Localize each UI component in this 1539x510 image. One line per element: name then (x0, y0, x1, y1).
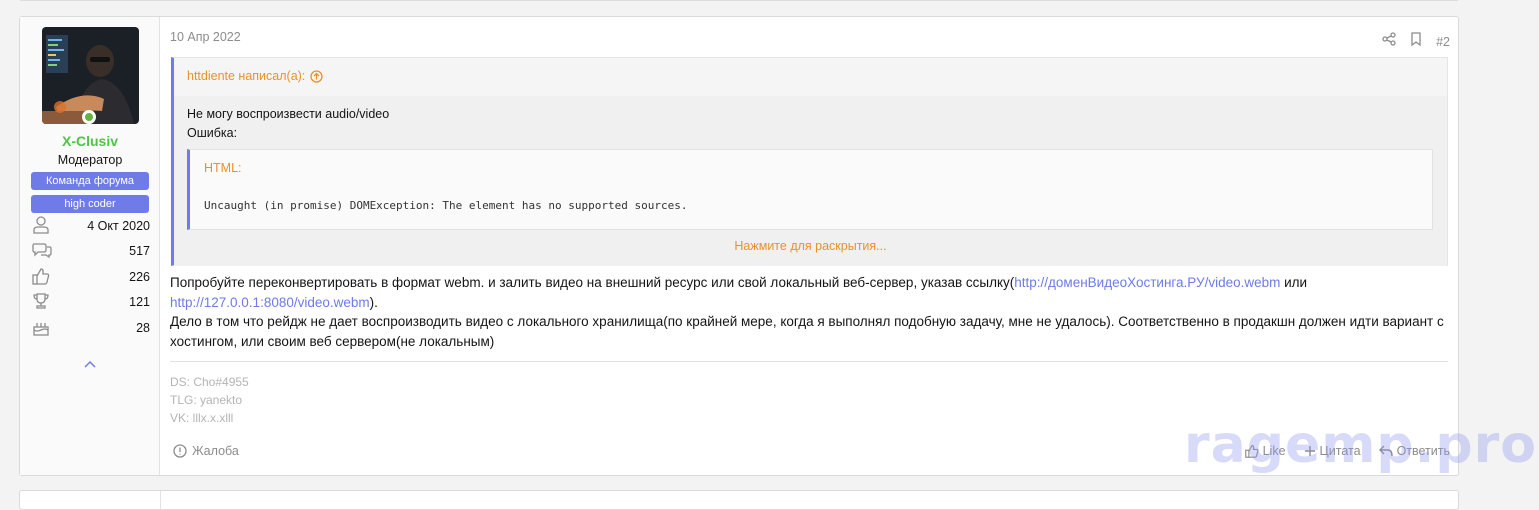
thumbs-up-icon (32, 268, 50, 285)
signature-line: DS: Cho#4955 (170, 375, 249, 389)
cake-icon (33, 323, 49, 336)
report-button[interactable]: Жалоба (173, 444, 239, 458)
bookmark-icon (1411, 32, 1421, 47)
quote-block: httdiente написал(а): Не могу воспроизве… (171, 57, 1448, 266)
online-status-indicator (82, 110, 96, 124)
trophy-icon (33, 293, 49, 309)
quote-author: httdiente написал(а): (187, 69, 306, 83)
watermark: ragemp.pro (1184, 415, 1537, 475)
code-label: HTML: (204, 161, 242, 175)
post-main: 10 Апр 2022 #2 httdiente написал(а): Не … (170, 17, 1450, 475)
arrow-up-circle-icon (310, 69, 323, 83)
share-button[interactable] (1382, 32, 1396, 51)
username[interactable]: X-Clusiv (20, 133, 160, 149)
top-divider (20, 0, 1458, 1)
signature-divider (170, 361, 1448, 362)
stat-age: 28 (32, 318, 150, 338)
stat-messages: 517 (32, 241, 150, 261)
report-label: Жалоба (192, 444, 239, 458)
signature-line: VK: lllx.x.xlll (170, 411, 234, 425)
user-info-column: X-Clusiv Модератор Команда форума high c… (20, 17, 160, 475)
post-number-link[interactable]: #2 (1436, 35, 1450, 49)
forum-post: X-Clusiv Модератор Команда форума high c… (19, 16, 1536, 476)
user-banner-high-coder: high coder (31, 195, 149, 213)
code-line: Uncaught (in promise) DOMException: The … (204, 199, 688, 212)
bookmark-button[interactable] (1410, 32, 1422, 51)
user-title: Модератор (57, 153, 123, 167)
link-video-hosting[interactable]: http://доменВидеоХостинга.РУ/video.webm (1014, 275, 1280, 290)
collapse-user-info-button[interactable] (84, 355, 96, 373)
message-text: или (1280, 275, 1308, 290)
post-date[interactable]: 10 Апр 2022 (170, 30, 241, 44)
quote-line: Ошибка: (187, 126, 238, 140)
user-icon (33, 216, 49, 234)
quote-body: Не могу воспроизвести audio/video Ошибка… (174, 96, 1447, 266)
post-message: Попробуйте переконвертировать в формат w… (170, 273, 1450, 351)
stat-points: 121 (32, 292, 150, 312)
expand-quote-link[interactable]: Нажмите для раскрытия... (174, 239, 1447, 253)
link-localhost[interactable]: http://127.0.0.1:8080/video.webm (170, 295, 370, 310)
stat-registered: 4 Окт 2020 (32, 216, 150, 236)
messages-icon (32, 243, 52, 259)
quote-line: Не могу воспроизвести audio/video (187, 107, 390, 121)
stat-reactions: 226 (32, 267, 150, 287)
code-block: HTML: Uncaught (in promise) DOMException… (187, 149, 1433, 230)
signature-line: TLG: yanekto (170, 393, 243, 407)
chevron-up-icon (84, 360, 96, 368)
quote-author-link[interactable]: httdiente написал(а): (187, 69, 323, 83)
message-text: ). (369, 294, 378, 310)
share-icon (1382, 32, 1396, 46)
message-text: Дело в том что рейдж не дает воспроизвод… (170, 314, 1444, 349)
next-post (19, 490, 1459, 510)
message-text: Попробуйте переконвертировать в формат w… (170, 275, 1015, 290)
post-actions: #2 (1382, 32, 1450, 51)
alert-circle-icon (173, 444, 187, 458)
user-banner-team: Команда форума (31, 172, 149, 190)
